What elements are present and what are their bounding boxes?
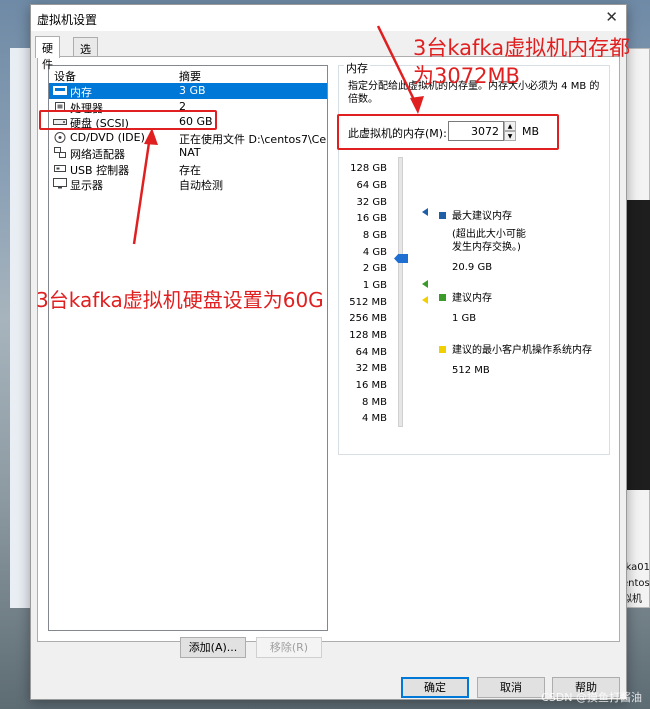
- disk-annotation: 3台kafka虚拟机硬盘设置为60G: [36, 288, 324, 312]
- device-row-network[interactable]: 网络适配器 NAT: [49, 145, 327, 161]
- scale-label: 256 MB: [349, 313, 387, 324]
- scale-label: 4 MB: [361, 413, 387, 424]
- min-guest-memory-value: 512 MB: [452, 365, 490, 376]
- scale-label: 32 MB: [355, 363, 387, 374]
- scale-label: 16 GB: [356, 213, 387, 224]
- device-list-header: 设备 摘要: [49, 66, 327, 83]
- device-summary: 自动检测: [179, 179, 223, 192]
- memory-annotation-line2: 为3072MB: [413, 64, 520, 88]
- device-row-display[interactable]: 显示器 自动检测: [49, 176, 327, 192]
- max-memory-title: 最大建议内存: [452, 211, 512, 222]
- scale-label: 8 MB: [361, 397, 387, 408]
- max-memory-note-1: (超出此大小可能: [452, 229, 526, 240]
- max-memory-legend-icon: [439, 212, 446, 219]
- device-name: CD/DVD (IDE): [70, 130, 145, 144]
- scale-label: 512 MB: [349, 297, 387, 308]
- cdrom-icon: [54, 131, 66, 143]
- memory-icon: [53, 86, 67, 95]
- usb-icon: [54, 164, 66, 172]
- min-guest-memory-legend-icon: [439, 346, 446, 353]
- scale-label: 16 MB: [355, 380, 387, 391]
- max-memory-marker-icon: [422, 208, 428, 216]
- recommended-memory-marker-icon: [422, 280, 428, 288]
- device-summary: NAT: [179, 146, 201, 159]
- vm-settings-dialog: 虚拟机设置 ✕ 硬件 选项 设备 摘要 内存 3 GB 处理器 2 硬盘: [30, 4, 627, 700]
- scale-label: 64 GB: [356, 180, 387, 191]
- network-icon: [54, 147, 66, 158]
- scale-label: 4 GB: [362, 247, 387, 258]
- device-row-usb[interactable]: USB 控制器 存在: [49, 161, 327, 177]
- max-memory-note-2: 发生内存交换。): [452, 242, 521, 253]
- min-guest-memory-title: 建议的最小客户机操作系统内存: [452, 345, 592, 356]
- device-name: 显示器: [70, 179, 103, 192]
- watermark: CSDN @摸鱼打酱油: [541, 691, 642, 704]
- disk-annotation-box: [39, 110, 217, 130]
- scale-label: 128 MB: [349, 330, 387, 341]
- device-summary: 3 GB: [179, 84, 206, 97]
- device-row-memory[interactable]: 内存 3 GB: [49, 83, 327, 99]
- min-guest-memory-marker-icon: [422, 296, 428, 304]
- recommended-memory-value: 1 GB: [452, 313, 477, 324]
- tab-options[interactable]: 选项: [73, 37, 98, 72]
- memory-slider-track[interactable]: [398, 157, 403, 427]
- scale-label: 8 GB: [362, 230, 387, 241]
- monitor-icon: [53, 178, 67, 189]
- scale-label: 1 GB: [362, 280, 387, 291]
- add-button[interactable]: 添加(A)...: [180, 637, 246, 658]
- recommended-memory-legend-icon: [439, 294, 446, 301]
- memory-group-title: 内存: [344, 60, 370, 76]
- column-device[interactable]: 设备: [54, 68, 76, 84]
- scale-label: 64 MB: [355, 347, 387, 358]
- cancel-button[interactable]: 取消: [477, 677, 545, 698]
- column-summary[interactable]: 摘要: [179, 68, 201, 84]
- device-row-cdrom[interactable]: CD/DVD (IDE) 正在使用文件 D:\centos7\Ce...: [49, 130, 327, 146]
- dialog-titlebar: 虚拟机设置 ✕: [31, 5, 626, 31]
- tab-hardware[interactable]: 硬件: [35, 36, 60, 71]
- ok-button[interactable]: 确定: [401, 677, 469, 698]
- background-sidebar: [10, 48, 32, 608]
- scale-label: 128 GB: [350, 163, 387, 174]
- scale-label: 32 GB: [356, 197, 387, 208]
- remove-button: 移除(R): [256, 637, 322, 658]
- memory-annotation-box: [337, 114, 559, 150]
- dialog-title: 虚拟机设置: [37, 13, 98, 27]
- scale-label: 2 GB: [362, 263, 387, 274]
- max-memory-value: 20.9 GB: [452, 262, 493, 273]
- device-list: 设备 摘要 内存 3 GB 处理器 2 硬盘 (SCSI) 60 GB CD/D…: [48, 65, 328, 631]
- close-button[interactable]: ✕: [605, 8, 618, 26]
- memory-annotation-line1: 3台kafka虚拟机内存都: [413, 36, 631, 60]
- recommended-memory-title: 建议内存: [452, 293, 492, 304]
